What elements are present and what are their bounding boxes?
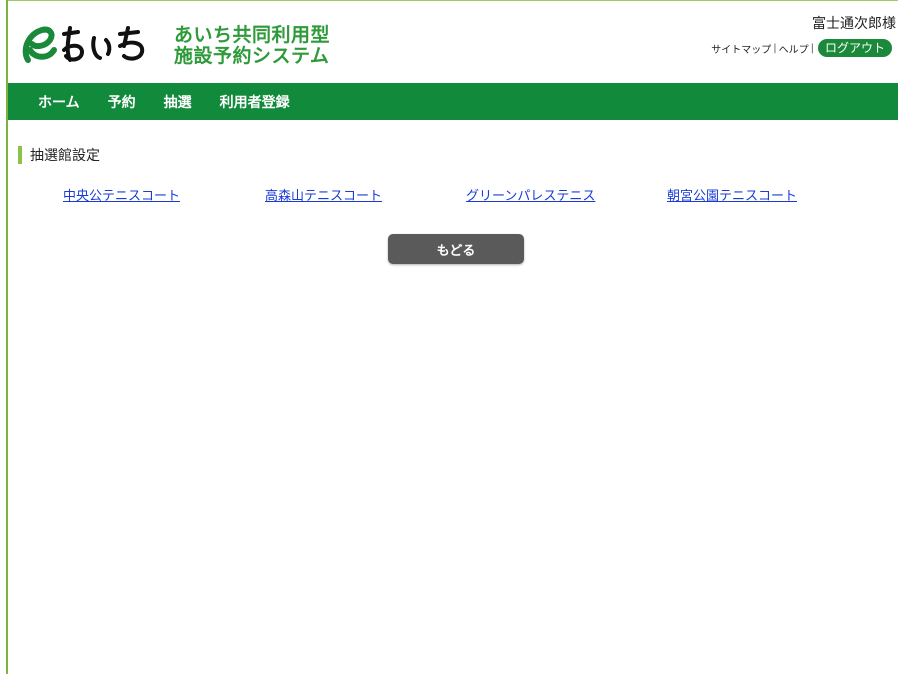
header: あいち共同利用型 施設予約システム 富士通次郎様 サイトマップ | ヘルプ | …	[8, 1, 898, 83]
nav-lottery[interactable]: 抽選	[164, 92, 192, 112]
sitemap-link[interactable]: サイトマップ	[711, 41, 771, 56]
separator: |	[773, 42, 777, 54]
nav-user-registration[interactable]: 利用者登録	[220, 92, 290, 112]
aichi-logo-icon[interactable]	[20, 20, 170, 70]
site-title-line1: あいち共同利用型	[174, 24, 331, 46]
main-nav: ホーム 予約 抽選 利用者登録	[8, 83, 898, 120]
site-title: あいち共同利用型 施設予約システム	[174, 25, 330, 67]
separator: |	[810, 42, 814, 54]
utility-links: サイトマップ | ヘルプ | ログアウト	[711, 39, 892, 57]
nav-home[interactable]: ホーム	[38, 92, 80, 112]
user-name: 富士通次郎様	[812, 16, 896, 32]
nav-reservation[interactable]: 予約	[108, 92, 136, 112]
section-heading: 抽選館設定	[18, 146, 100, 164]
facility-link-takamoriyama[interactable]: 高森山テニスコート	[265, 185, 382, 204]
logout-button[interactable]: ログアウト	[817, 39, 892, 57]
back-button[interactable]: もどる	[388, 234, 524, 264]
facility-list: 中央公テニスコート 高森山テニスコート グリーンパレステニス 朝宮公園テニスコー…	[0, 185, 898, 204]
section-accent-bar	[18, 146, 22, 164]
facility-link-asamiya[interactable]: 朝宮公園テニスコート	[667, 185, 797, 204]
facility-link-green-palace[interactable]: グリーンパレステニス	[466, 185, 595, 204]
help-link[interactable]: ヘルプ	[779, 41, 809, 56]
page-title: 抽選館設定	[30, 148, 100, 164]
site-title-line2: 施設予約システム	[174, 45, 330, 67]
facility-link-chuo[interactable]: 中央公テニスコート	[63, 185, 180, 204]
